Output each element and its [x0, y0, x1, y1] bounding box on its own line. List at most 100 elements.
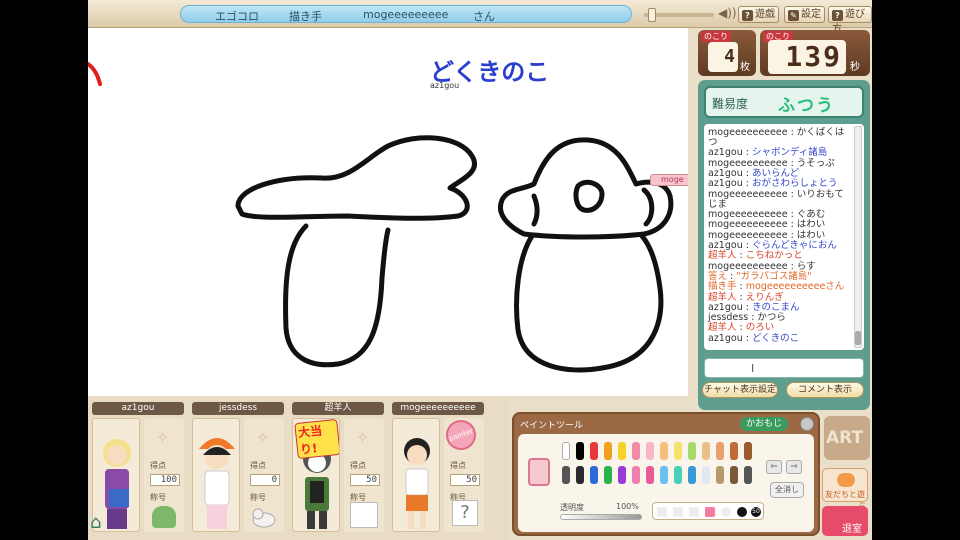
eraser-icon[interactable] — [528, 458, 550, 486]
color-swatch[interactable] — [716, 442, 724, 460]
leave-room-button[interactable]: 退室 — [822, 506, 868, 536]
opacity-label: 透明度 — [560, 503, 584, 512]
right-panel: のこり 4 枚 のこり 139 秒 難易度 ふつう mogeeeeeeeeee … — [698, 28, 870, 410]
speaker-icon[interactable]: ◀)) — [718, 6, 737, 20]
sparkle-icon: ✧ — [356, 428, 370, 447]
color-swatch[interactable] — [618, 442, 626, 460]
size-6[interactable] — [737, 507, 747, 517]
text-cursor-icon: I — [751, 362, 755, 375]
close-icon[interactable] — [800, 417, 814, 431]
kaomoji-button[interactable]: かおもじ — [740, 417, 789, 431]
chat-input[interactable]: I — [704, 358, 864, 378]
scroll-thumb[interactable] — [855, 331, 861, 345]
face-icon — [350, 502, 378, 528]
color-swatch[interactable] — [562, 466, 570, 484]
color-swatch[interactable] — [716, 466, 724, 484]
help-button[interactable]: ? 遊戯 — [738, 6, 779, 23]
clear-all-button[interactable]: 全消し — [770, 482, 804, 498]
color-swatch[interactable] — [590, 442, 598, 460]
chat-scrollbar[interactable] — [854, 126, 862, 348]
opacity-slider[interactable] — [560, 514, 642, 520]
color-swatch[interactable] — [660, 466, 668, 484]
color-swatch[interactable] — [576, 466, 584, 484]
size-3[interactable] — [689, 507, 699, 517]
player-info: ✧ 得点 100 称号 — [144, 418, 184, 532]
color-swatch[interactable] — [702, 466, 710, 484]
player-name: jessdess — [192, 402, 284, 415]
player-score: 50 — [450, 474, 480, 486]
start-button[interactable]: ART — [824, 416, 870, 460]
brush-size-picker[interactable]: 50 — [652, 502, 764, 520]
friends-icon — [837, 473, 855, 487]
player-slot-1[interactable]: az1gou ✧ 得点 100 称号 — [90, 400, 186, 536]
howto-button[interactable]: ?遊び方 — [828, 6, 872, 35]
undo-arrow-icon[interactable]: ⇐ — [766, 460, 782, 474]
player-slot-2[interactable]: jessdess ✧ 得点 0 称号 — [190, 400, 286, 536]
top-bar: エゴコロ 描き手 mogeeeeeeeee さん ◀)) ? 遊戯 ✎ 設定 ? 遊び… — [88, 0, 872, 35]
color-swatch[interactable] — [674, 442, 682, 460]
comment-display-button[interactable]: コメント表示 — [786, 382, 864, 398]
color-swatch[interactable] — [702, 442, 710, 460]
player-name: mogeeeeeeeeee — [392, 402, 484, 415]
status-titlebar: エゴコロ 描き手 mogeeeeeeeee さん — [180, 5, 632, 23]
color-swatch[interactable] — [730, 442, 738, 460]
size-2[interactable] — [673, 507, 683, 517]
size-5[interactable] — [721, 507, 731, 517]
avatar — [392, 418, 440, 532]
color-swatch[interactable] — [604, 442, 612, 460]
chat-lines: mogeeeeeeeeee : かくばくはつ az1gou : シャボンディ諸島 m… — [708, 126, 848, 344]
player-slot-3[interactable]: 超羊人 大当り! ✧ 得点 50 称号 — [290, 400, 386, 536]
sparkle-icon: ✧ — [256, 428, 270, 447]
color-swatch[interactable] — [730, 466, 738, 484]
chat-separator: : — [787, 126, 797, 138]
chat-line: mogeeeeeeeeee : いりおもてじま — [708, 189, 848, 211]
remaining-time: のこり 139 秒 — [760, 30, 870, 76]
chat-line: mogeeeeeeeeee : かくばくはつ — [708, 126, 848, 149]
size-4-selected[interactable] — [705, 507, 715, 517]
score-label: 得点 — [350, 461, 366, 470]
player-info: ✧ 得点 50 称号 — [344, 418, 384, 532]
color-swatch[interactable] — [688, 466, 696, 484]
player-bar: az1gou ✧ 得点 100 称号 jessdess ✧ 得点 0 称号 超羊… — [88, 396, 508, 540]
drawing-canvas[interactable]: どくきのこ az1gou moge — [88, 28, 688, 396]
color-swatch[interactable] — [674, 466, 682, 484]
difficulty-label: 難易度 — [712, 97, 749, 111]
color-swatch[interactable] — [646, 466, 654, 484]
color-swatch[interactable] — [576, 442, 584, 460]
chat-author: mogeeeeeeeeee — [708, 126, 788, 138]
player-info: ✧ 得点 0 称号 — [244, 418, 284, 532]
app-title: エゴコロ — [215, 10, 259, 23]
color-swatch[interactable] — [660, 442, 668, 460]
difficulty-box: 難易度 ふつう — [704, 86, 864, 118]
volume-thumb[interactable] — [648, 8, 656, 22]
redo-arrow-icon[interactable]: ⇒ — [786, 460, 802, 474]
settings-button[interactable]: ✎ 設定 — [784, 6, 825, 23]
play-with-friends-button[interactable]: 友だちと遊ぶ — [822, 468, 868, 510]
remaining-cards: のこり 4 枚 — [698, 30, 756, 76]
color-swatch[interactable] — [618, 466, 626, 484]
size-50[interactable]: 50 — [751, 507, 761, 517]
difficulty-value: ふつう — [778, 96, 835, 116]
score-label: 得点 — [450, 461, 466, 470]
help-icon: ? — [742, 10, 753, 21]
chat-log[interactable]: mogeeeeeeeeee : かくばくはつ az1gou : シャボンディ諸島 m… — [704, 124, 864, 350]
color-swatch[interactable] — [744, 466, 752, 484]
avatar: 大当り! — [292, 418, 340, 532]
bag-icon — [152, 506, 176, 528]
color-swatch[interactable] — [632, 442, 640, 460]
size-1[interactable] — [657, 507, 667, 517]
cards-count: 4 — [708, 42, 738, 72]
home-icon[interactable]: ⌂ — [90, 512, 101, 533]
color-swatch[interactable] — [590, 466, 598, 484]
color-swatch[interactable] — [688, 442, 696, 460]
paint-tool-title: ペイントツール — [520, 421, 584, 431]
color-swatch[interactable] — [562, 442, 570, 460]
color-swatch[interactable] — [604, 466, 612, 484]
color-swatch[interactable] — [646, 442, 654, 460]
chat-settings-button[interactable]: チャット表示設定 — [702, 382, 778, 398]
player-slot-4[interactable]: mogeeeeeeeeee 得点 50 称号 painter ? — [390, 400, 486, 536]
color-swatch[interactable] — [632, 466, 640, 484]
artist-suffix: さん — [473, 10, 495, 23]
player-cursor-tag: moge — [650, 174, 688, 186]
color-swatch[interactable] — [744, 442, 752, 460]
